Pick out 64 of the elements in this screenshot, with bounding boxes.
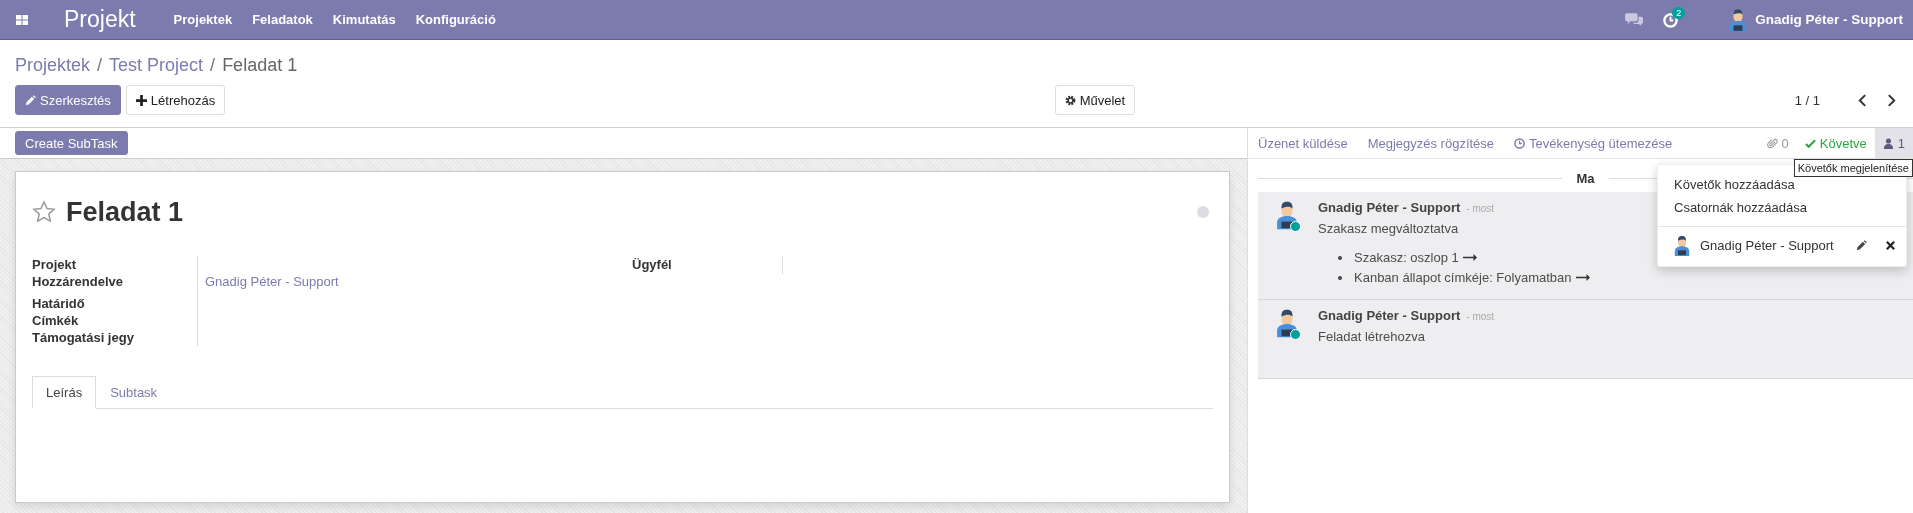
message-time: - most (1466, 311, 1495, 322)
pencil-icon (25, 94, 36, 106)
breadcrumb-separator: / (210, 54, 216, 76)
arrow-icon (1462, 254, 1477, 261)
tracking-value: Kanban állapot címkéje: Folyamatban (1354, 270, 1572, 285)
clock-icon (1514, 137, 1526, 149)
arrow-icon (1575, 274, 1590, 281)
user-name[interactable]: Gnadig Péter - Support (1755, 12, 1903, 27)
pager-value: 1 / 1 (1794, 92, 1820, 108)
star-icon[interactable] (32, 200, 56, 224)
message-text: Feladat létrehozva (1318, 329, 1426, 344)
avatar-icon (1276, 200, 1298, 230)
attachments-button[interactable]: 0 (1758, 128, 1797, 158)
person-icon (1882, 137, 1894, 149)
apps-menu-icon[interactable] (16, 14, 28, 25)
menu-item[interactable]: Kimutatás (332, 12, 396, 27)
create-button[interactable]: Létrehozás (125, 85, 226, 115)
plus-icon (135, 94, 147, 106)
field-label: Hozzárendelve (32, 274, 125, 289)
field-label: Határidő (32, 296, 86, 311)
edit-icon[interactable] (1856, 240, 1867, 251)
field-value-link[interactable]: Gnadig Péter - Support (197, 274, 339, 289)
notebook-tab[interactable]: Leírás (32, 376, 97, 409)
previous-icon[interactable] (1858, 93, 1867, 107)
message-time: - most (1466, 203, 1495, 214)
chatter-action-link[interactable]: Tevékenység ütemezése (1514, 135, 1673, 151)
menu-item[interactable]: Konfiguráció (415, 12, 496, 27)
dropdown-item[interactable]: Csatornák hozzáadása (1658, 196, 1906, 219)
chatter-action-link[interactable]: Üzenet küldése (1258, 135, 1348, 151)
field-label: Projekt (32, 257, 78, 272)
menu-item[interactable]: Projektek (173, 12, 233, 27)
remove-icon[interactable] (1885, 240, 1896, 251)
create-subtask-button[interactable]: Create SubTask (15, 131, 128, 155)
task-title: Feladat 1 (66, 196, 184, 228)
action-button[interactable]: Művelet (1054, 85, 1136, 115)
chatter-action-link[interactable]: Megjegyzés rögzítése (1367, 135, 1495, 151)
followers-button[interactable]: 1 (1874, 128, 1913, 158)
follower-name[interactable]: Gnadig Péter - Support (1700, 238, 1838, 253)
field-label: Támogatási jegy (32, 330, 135, 345)
menu-item[interactable]: Feladatok (252, 12, 313, 27)
breadcrumb-link[interactable]: Projektek (15, 54, 91, 76)
gear-icon (1064, 94, 1076, 106)
tooltip: Követők megjelenítése (1793, 159, 1913, 177)
check-icon (1804, 137, 1816, 149)
message-author[interactable]: Gnadig Péter - Support (1318, 200, 1461, 215)
app-name: Projekt (64, 6, 136, 33)
paperclip-icon (1766, 137, 1778, 149)
breadcrumb-separator: / (97, 54, 103, 76)
user-avatar-icon[interactable] (1729, 7, 1748, 32)
breadcrumb-link[interactable]: Test Project (109, 54, 204, 76)
avatar-icon (1276, 308, 1298, 338)
next-icon[interactable] (1887, 93, 1896, 107)
message-author[interactable]: Gnadig Péter - Support (1318, 308, 1461, 323)
tracking-value: Szakasz: oszlop 1 (1354, 250, 1459, 265)
avatar-icon (1674, 235, 1690, 256)
follow-button[interactable]: Követve (1796, 128, 1875, 158)
date-separator: Ma (1575, 171, 1596, 186)
message-text: Szakasz megváltoztatva (1318, 221, 1460, 236)
edit-button[interactable]: Szerkesztés (15, 85, 121, 115)
breadcrumb-current: Feladat 1 (222, 54, 298, 76)
notebook-tab[interactable]: Subtask (96, 376, 172, 409)
field-label: Címkék (32, 313, 80, 328)
field-label: Ügyfél (632, 257, 672, 272)
kanban-state-dot[interactable] (1197, 206, 1209, 218)
